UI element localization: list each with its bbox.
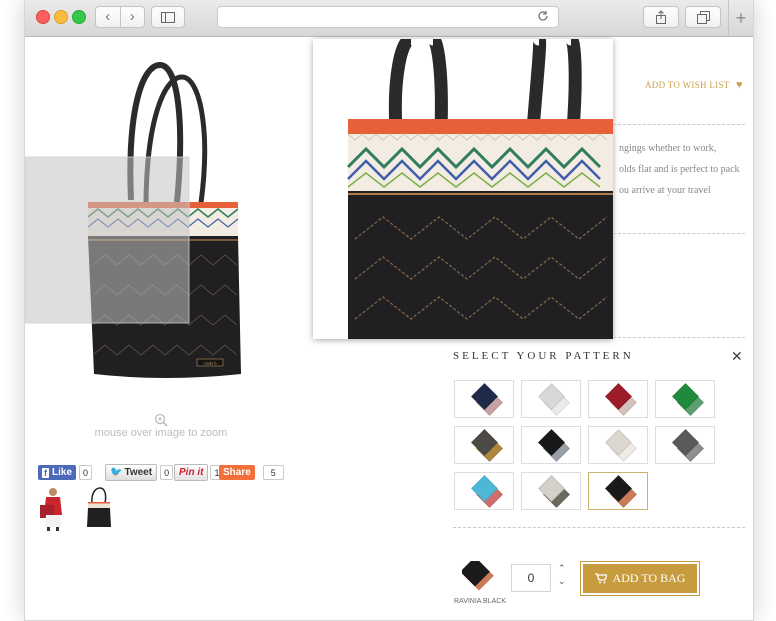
pattern-swatch[interactable] <box>655 380 715 418</box>
pattern-chip <box>538 475 570 508</box>
tabs-overview-button[interactable] <box>685 6 721 28</box>
facebook-icon: f <box>42 467 49 478</box>
pattern-swatch[interactable] <box>655 426 715 464</box>
share-icon <box>656 10 666 24</box>
browser-toolbar: ‹ › + <box>25 0 753 37</box>
quantity-stepper[interactable]: ⌃ ⌄ <box>558 562 566 588</box>
brand-tag-text: cinda b <box>203 361 217 366</box>
description-line-3: ou arrive at your travel <box>619 185 711 196</box>
pattern-swatch[interactable] <box>454 426 514 464</box>
page-content: cinda b mouse over image to zoom f Like … <box>25 37 753 620</box>
pattern-swatch[interactable] <box>588 426 648 464</box>
facebook-like-count: 0 <box>79 465 93 480</box>
minimize-window-button[interactable] <box>54 10 68 24</box>
thumbnail-bag[interactable] <box>77 485 121 531</box>
add-to-bag-label: ADD TO BAG <box>612 571 686 585</box>
address-bar[interactable] <box>217 6 559 28</box>
close-pattern-selector-icon[interactable]: ✕ <box>731 348 743 365</box>
tabs-icon <box>696 10 710 24</box>
pattern-chip <box>605 429 637 462</box>
heart-icon: ♥ <box>735 79 743 91</box>
share-button[interactable] <box>643 6 679 28</box>
reload-icon[interactable] <box>536 9 550 23</box>
pinterest-pin[interactable]: Pin it 1 <box>174 464 224 481</box>
pattern-chip <box>672 383 704 416</box>
pattern-chip <box>471 429 503 462</box>
close-window-button[interactable] <box>36 10 50 24</box>
zoomed-product-image <box>313 39 613 339</box>
select-pattern-title: SELECT YOUR PATTERN <box>453 350 634 362</box>
share-widget[interactable]: Share 5 <box>219 464 284 481</box>
pattern-swatch[interactable] <box>588 472 648 510</box>
pattern-chip <box>605 475 637 508</box>
quantity-input[interactable]: 0 <box>511 564 551 592</box>
description-line-2: olds flat and is perfect to pack <box>619 164 740 175</box>
tweet-button[interactable]: 🐦 Tweet <box>105 464 158 481</box>
pattern-swatch[interactable] <box>454 472 514 510</box>
pattern-chip <box>605 383 637 416</box>
add-to-wishlist-link[interactable]: ADD TO WISH LIST ♥ <box>645 79 743 91</box>
divider <box>613 233 745 234</box>
facebook-like-button[interactable]: f Like <box>38 465 77 480</box>
pattern-chip <box>471 475 503 508</box>
pattern-swatch[interactable] <box>454 380 514 418</box>
cart-icon <box>594 573 607 584</box>
navigation-buttons: ‹ › <box>95 6 145 28</box>
back-icon[interactable]: ‹ <box>96 7 121 27</box>
zoom-in-icon <box>154 413 168 427</box>
zoom-preview-panel <box>313 39 613 339</box>
pin-it-button[interactable]: Pin it <box>174 464 209 481</box>
sidebar-icon <box>161 11 175 23</box>
selected-pattern-name: RAVINIA BLACK <box>453 598 506 605</box>
pattern-chip <box>672 429 704 462</box>
chevron-up-icon[interactable]: ⌃ <box>558 562 566 575</box>
divider <box>613 337 745 338</box>
tweet-label: Tweet <box>124 467 153 478</box>
zoom-lens[interactable] <box>25 156 190 324</box>
twitter-bird-icon: 🐦 <box>110 467 123 478</box>
pattern-swatch[interactable] <box>588 380 648 418</box>
maximize-window-button[interactable] <box>72 10 86 24</box>
chevron-down-icon[interactable]: ⌄ <box>558 575 566 588</box>
pattern-swatch[interactable] <box>521 380 581 418</box>
divider <box>613 124 745 125</box>
sidebar-toggle-button[interactable] <box>151 6 185 28</box>
add-to-wishlist-label: ADD TO WISH LIST <box>645 80 730 90</box>
new-tab-button[interactable]: + <box>728 0 753 36</box>
share-count: 5 <box>262 465 284 480</box>
share-social-button[interactable]: Share <box>219 465 255 480</box>
facebook-like-label: Like <box>52 467 73 478</box>
add-to-bag-button[interactable]: ADD TO BAG <box>580 561 700 596</box>
twitter-tweet[interactable]: 🐦 Tweet 0 <box>105 464 174 481</box>
pattern-swatch[interactable] <box>521 472 581 510</box>
facebook-like[interactable]: f Like 0 <box>38 464 93 481</box>
pattern-swatch[interactable] <box>521 426 581 464</box>
description-line-1: ngings whether to work, <box>619 143 717 154</box>
selected-pattern-swatch <box>462 561 494 591</box>
pattern-chip <box>538 429 570 462</box>
zoom-hint: mouse over image to zoom <box>94 427 228 439</box>
tweet-count: 0 <box>160 465 174 480</box>
pattern-chip <box>471 383 503 416</box>
browser-window: ‹ › + cinda b mouse over image to zoom f… <box>24 0 754 621</box>
product-image[interactable]: cinda b <box>25 37 315 397</box>
divider <box>453 527 745 528</box>
thumbnail-model[interactable] <box>31 485 75 531</box>
pattern-chip <box>538 383 570 416</box>
forward-icon[interactable]: › <box>121 7 145 27</box>
